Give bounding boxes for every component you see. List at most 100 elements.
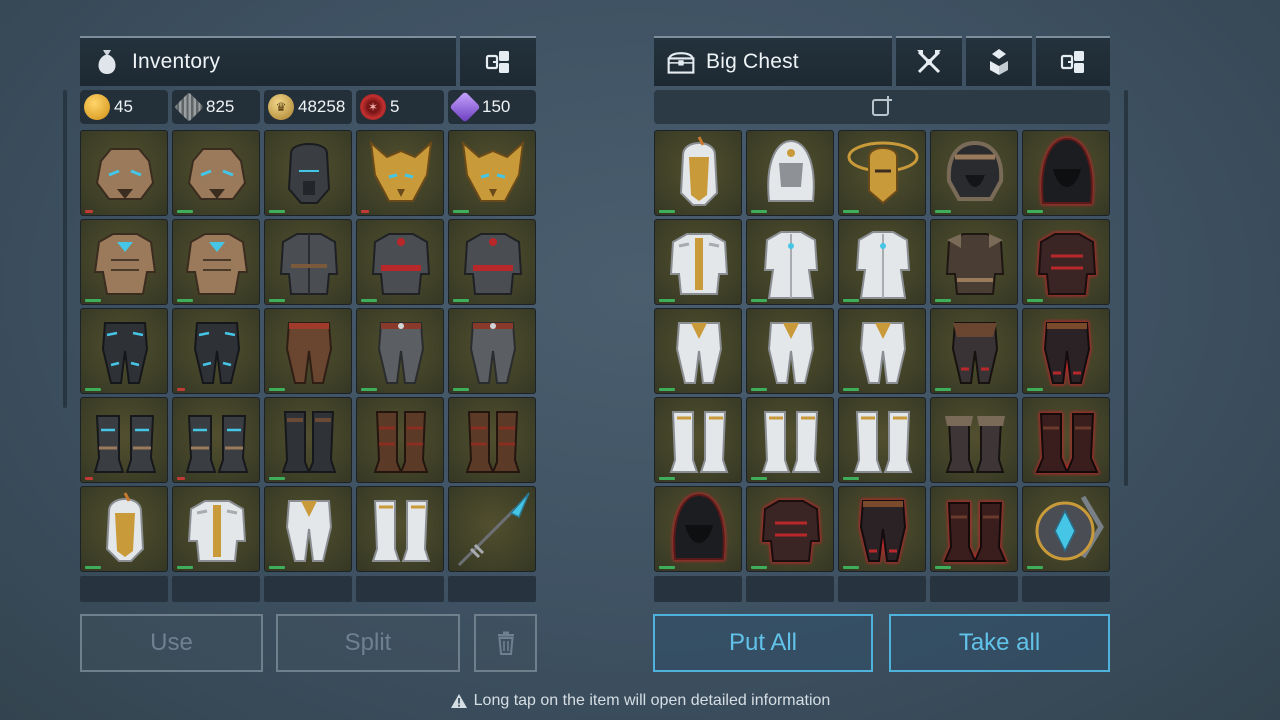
chest-empty-row-slot[interactable] [654,576,742,602]
red-sash-jacket-icon [463,233,523,295]
inventory-slot-paladin-armor[interactable] [172,486,260,572]
red-boots-icon [941,501,1009,563]
durability-bar [659,477,675,480]
inventory-slot-bear-armor[interactable] [80,219,168,305]
durability-bar [361,388,377,391]
use-button[interactable]: Use [80,614,263,672]
inventory-slot-crystal-spear[interactable] [448,486,536,572]
inventory-slot-leather-boots[interactable] [356,397,444,483]
chest-slot-white-coat[interactable] [838,219,926,305]
chest-slot-red-boots[interactable] [930,486,1018,572]
inventory-empty-row-slot[interactable] [172,576,260,602]
red-sash-jacket-icon [371,233,431,295]
chest-slot-red-barbarian-pants[interactable] [838,486,926,572]
crown-coin-icon: ♛ [268,94,294,120]
inventory-slot-leather-jacket[interactable] [264,219,352,305]
chest-icon [666,47,696,77]
chest-slot-paladin-armor[interactable] [654,219,742,305]
inventory-empty-row-slot[interactable] [448,576,536,602]
chest-slot-white-robe[interactable] [746,219,834,305]
inventory-slot-bear-armor[interactable] [172,219,260,305]
chest-empty-row-slot[interactable] [930,576,1018,602]
take-all-button[interactable]: Take all [889,614,1110,672]
durability-bar [85,299,101,302]
inventory-empty-row-slot[interactable] [356,576,444,602]
durability-bar [85,477,93,480]
durability-bar [935,566,951,569]
inventory-slot-belted-pants[interactable] [356,308,444,394]
put-all-button[interactable]: Put All [653,614,873,672]
red-hood-icon [1040,136,1094,205]
dark-hood-mask-icon [287,143,331,204]
chest-slot-paladin-helmet[interactable] [654,130,742,216]
inventory-slot-bear-helmet[interactable] [80,130,168,216]
chest-add-button[interactable] [654,90,1110,124]
inventory-transfer-button[interactable] [460,36,536,86]
chest-stack-button[interactable] [966,36,1032,86]
chest-slot-white-robe-pants[interactable] [838,308,926,394]
delete-button[interactable] [474,614,537,672]
chest-slot-fur-boots[interactable] [930,397,1018,483]
currency-emblem-value: 5 [390,97,400,116]
inventory-slot-paladin-helmet[interactable] [80,486,168,572]
chest-empty-row-slot[interactable] [1022,576,1110,602]
chest-empty-row-slot[interactable] [746,576,834,602]
currency-crowns: ♛ 48258 [264,90,352,124]
chest-slot-white-pants[interactable] [746,308,834,394]
durability-bar [177,477,185,480]
inventory-slot-bear-boots[interactable] [80,397,168,483]
chest-slot-gold-paladin-boots[interactable] [746,397,834,483]
inventory-empty-row-slot[interactable] [264,576,352,602]
inventory-slot-bear-pants[interactable] [172,308,260,394]
chest-transfer-button[interactable] [1036,36,1110,86]
chest-slot-fur-hood[interactable] [930,130,1018,216]
inventory-slot-dark-hood-mask[interactable] [264,130,352,216]
add-square-icon [872,96,892,116]
chest-empty-row-slot[interactable] [838,576,926,602]
currency-crystal: 150 [448,90,536,124]
inventory-scrollbar[interactable] [63,90,67,408]
chest-slot-paladin-pants[interactable] [654,308,742,394]
chest-slot-crusader-shield[interactable] [1022,486,1110,572]
inventory-slot-red-sash-jacket[interactable] [356,219,444,305]
inventory-slot-paladin-boots[interactable] [356,486,444,572]
white-robe-icon [763,231,819,299]
chest-slot-red-barbarian-armor[interactable] [746,486,834,572]
chest-slot-barbarian-pants[interactable] [930,308,1018,394]
chest-slot-red-barbarian-armor[interactable] [1022,219,1110,305]
paladin-boots-icon [371,500,431,562]
chest-slot-red-hood[interactable] [1022,130,1110,216]
golden-wolf-mask-icon [461,140,525,202]
transfer-icon [1060,51,1084,73]
barbarian-armor-icon [945,233,1005,295]
inventory-slot-belted-pants[interactable] [448,308,536,394]
chest-slot-white-boots[interactable] [838,397,926,483]
inventory-slot-dark-boots[interactable] [264,397,352,483]
red-barbarian-armor-icon [760,499,822,563]
inventory-slot-red-sash-jacket[interactable] [448,219,536,305]
inventory-slot-bear-boots[interactable] [172,397,260,483]
chest-slot-red-barbarian-pants[interactable] [1022,308,1110,394]
chest-slot-halo-helmet[interactable] [838,130,926,216]
durability-bar [659,299,675,302]
chest-slot-barbarian-armor[interactable] [930,219,1018,305]
inventory-slot-golden-wolf-mask[interactable] [448,130,536,216]
chest-slot-white-hood[interactable] [746,130,834,216]
inventory-slot-golden-wolf-mask[interactable] [356,130,444,216]
bear-boots-icon [93,415,157,473]
chest-slot-paladin-boots[interactable] [654,397,742,483]
red-emblem-icon: ✶ [360,94,386,120]
split-button[interactable]: Split [276,614,460,672]
white-hood-icon [767,139,815,202]
durability-bar [85,388,101,391]
inventory-slot-bear-pants[interactable] [80,308,168,394]
chest-slot-red-boots[interactable] [1022,397,1110,483]
chest-slot-red-hood[interactable] [654,486,742,572]
inventory-slot-leather-pants[interactable] [264,308,352,394]
inventory-empty-row-slot[interactable] [80,576,168,602]
inventory-slot-bear-helmet[interactable] [172,130,260,216]
inventory-slot-paladin-pants[interactable] [264,486,352,572]
inventory-slot-leather-boots[interactable] [448,397,536,483]
chest-disassemble-button[interactable] [896,36,962,86]
chest-scrollbar[interactable] [1124,90,1128,486]
